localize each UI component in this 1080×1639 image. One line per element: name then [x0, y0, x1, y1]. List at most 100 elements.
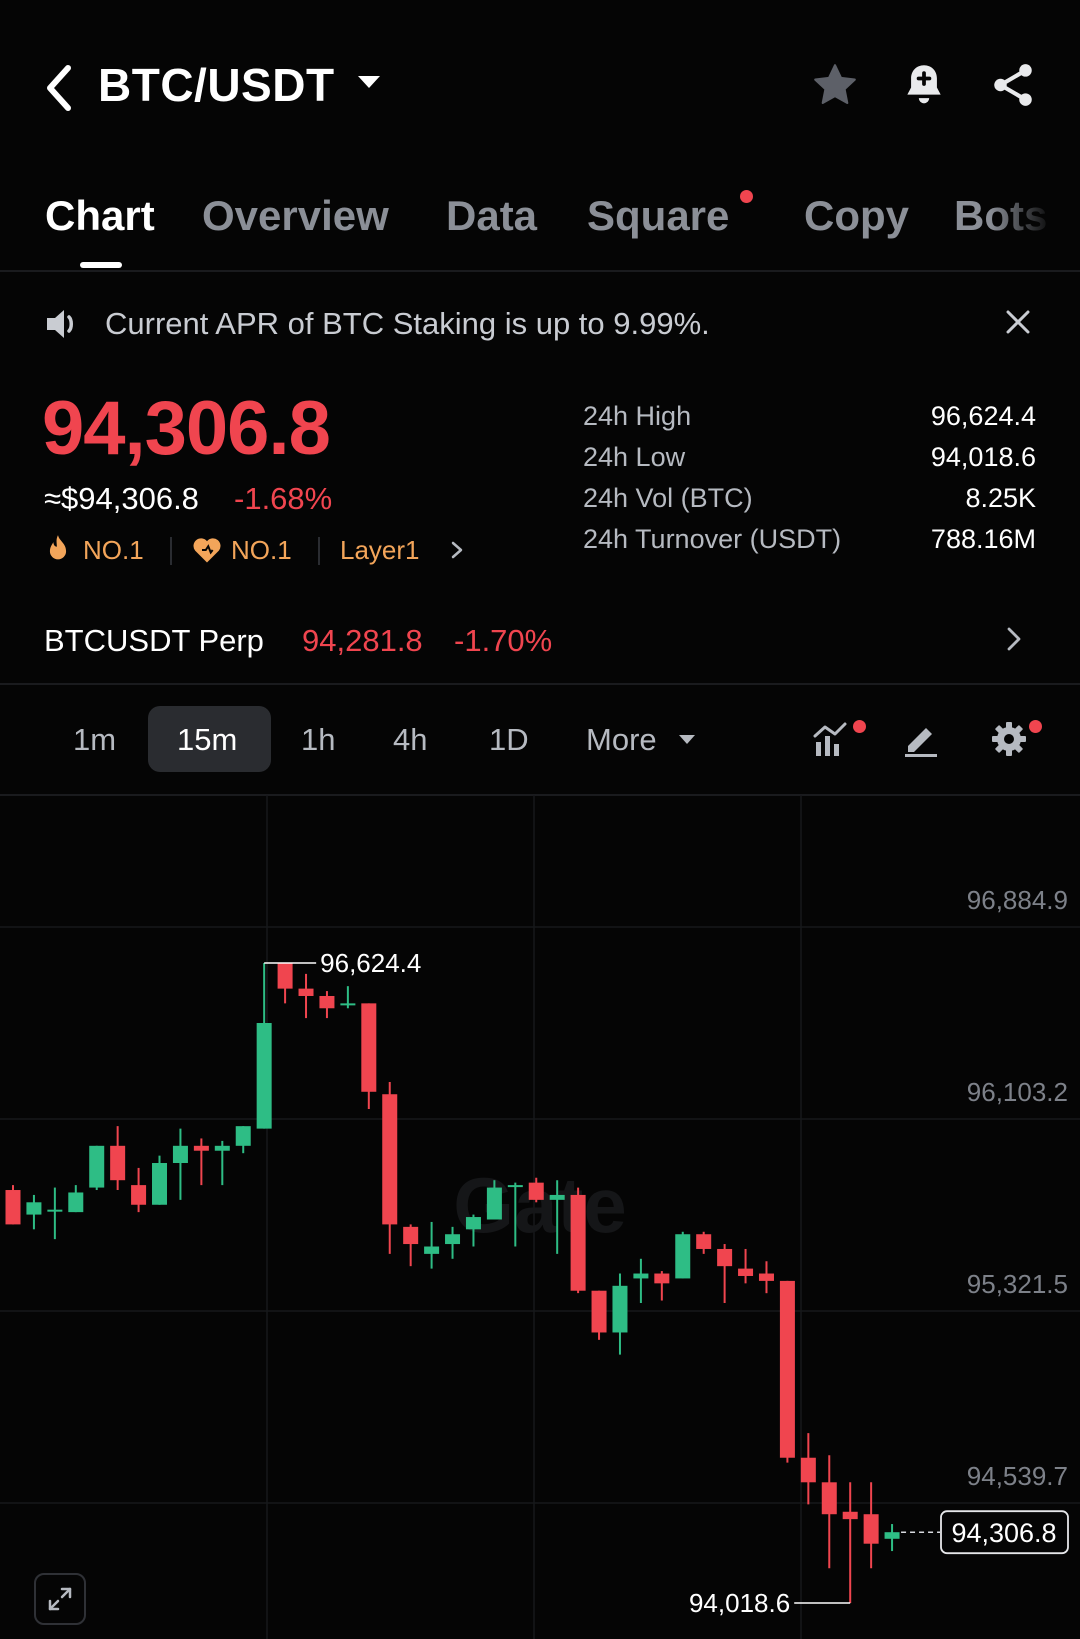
candlestick-chart[interactable]: Gate 96,884.9 96,103.2 95,321.5 94,539.7 96… [0, 795, 1080, 1639]
tabs-divider [0, 270, 1080, 272]
candle-body[interactable] [633, 1273, 649, 1279]
candle-body[interactable] [696, 1234, 712, 1249]
candle-body[interactable] [89, 1145, 105, 1188]
heart-icon [193, 538, 221, 563]
high-marker-label: 96,624.4 [320, 948, 421, 978]
stat-label-24h-vol: 24h Vol (BTC) [583, 483, 753, 513]
change-percent: -1.68% [234, 481, 333, 516]
expand-chart-button[interactable] [34, 1573, 86, 1625]
y-axis-tick-label: 94,539.7 [967, 1461, 1068, 1491]
perp-name[interactable]: BTCUSDT Perp [44, 623, 264, 659]
candle-body[interactable] [863, 1514, 879, 1544]
star-icon[interactable] [810, 60, 860, 110]
candle-body[interactable] [675, 1234, 691, 1279]
candle-body[interactable] [612, 1285, 628, 1333]
candle-body[interactable] [214, 1145, 230, 1151]
candle-body[interactable] [277, 962, 293, 989]
watermark-text: Gate [453, 1161, 626, 1249]
share-icon[interactable] [988, 60, 1038, 110]
candle-body[interactable] [424, 1246, 440, 1254]
tab-overview[interactable]: Overview [202, 192, 389, 240]
candle-body[interactable] [884, 1532, 900, 1539]
candle-body[interactable] [779, 1280, 795, 1458]
candle-body[interactable] [528, 1182, 544, 1200]
candle-body[interactable] [110, 1145, 126, 1181]
announcement-text[interactable]: Current APR of BTC Staking is up to 9.99… [105, 306, 710, 342]
perp-spacer [0, 600, 1080, 602]
candle-body[interactable] [591, 1290, 607, 1333]
candle-body[interactable] [298, 988, 314, 996]
candle-body[interactable] [172, 1145, 188, 1164]
rank-badge-hot[interactable]: NO.1 [83, 535, 144, 566]
tab-square[interactable]: Square [587, 192, 729, 240]
perp-price: 94,281.8 [302, 623, 423, 658]
candle-body[interactable] [842, 1511, 858, 1520]
stat-value-24h-vol: 8.25K [965, 483, 1036, 513]
close-icon[interactable] [1003, 307, 1033, 337]
candle-body[interactable] [68, 1192, 84, 1213]
last-price-label: 94,306.8 [951, 1518, 1056, 1548]
rank-separator [318, 537, 320, 565]
draw-pencil-icon[interactable] [900, 718, 942, 760]
candle-body[interactable] [47, 1209, 63, 1212]
candle-body[interactable] [717, 1248, 733, 1267]
candle-body[interactable] [654, 1273, 670, 1284]
candle-body[interactable] [235, 1126, 251, 1146]
perp-change: -1.70% [454, 623, 553, 658]
tab-chart[interactable]: Chart [45, 192, 155, 240]
candle-body[interactable] [256, 1023, 272, 1129]
candle-body[interactable] [445, 1234, 461, 1245]
caret-down-icon[interactable] [679, 735, 695, 744]
back-icon[interactable] [42, 58, 82, 118]
stat-value-24h-high: 96,624.4 [930, 401, 1036, 431]
candle-body[interactable] [193, 1145, 209, 1151]
tab-copy[interactable]: Copy [804, 192, 909, 240]
speaker-icon [47, 310, 73, 338]
candle-body[interactable] [738, 1268, 754, 1276]
stat-label-24h-low: 24h Low [583, 442, 686, 472]
gear-icon[interactable] [988, 718, 1030, 760]
stat-label-24h-turnover: 24h Turnover (USDT) [583, 524, 842, 554]
candle-body[interactable] [570, 1194, 586, 1291]
candle-body[interactable] [486, 1187, 502, 1220]
candle-body[interactable] [758, 1273, 774, 1281]
interval-1m[interactable]: 1m [73, 722, 116, 758]
chevron-right-icon[interactable] [447, 538, 467, 562]
candle-body[interactable] [5, 1190, 21, 1225]
candle-body[interactable] [382, 1094, 398, 1225]
interval-1h[interactable]: 1h [301, 722, 335, 758]
interval-15m[interactable]: 15m [177, 722, 237, 758]
chevron-right-icon[interactable] [1003, 624, 1025, 654]
stat-label-24h-high: 24h High [583, 401, 692, 431]
stat-value-24h-turnover: 788.16M [930, 524, 1036, 554]
flame-icon [49, 535, 67, 560]
candle-body[interactable] [152, 1163, 168, 1205]
candle-body[interactable] [800, 1457, 816, 1483]
candle-body[interactable] [131, 1185, 147, 1205]
candle-body[interactable] [549, 1194, 565, 1200]
perp-divider [0, 683, 1080, 685]
y-axis-tick-label: 96,884.9 [967, 885, 1068, 915]
interval-more[interactable]: More [586, 722, 657, 758]
rank-separator [170, 537, 172, 565]
dropdown-caret-icon[interactable] [358, 76, 380, 88]
category-tag[interactable]: Layer1 [340, 535, 420, 566]
interval-1d[interactable]: 1D [489, 722, 529, 758]
candle-body[interactable] [361, 1003, 377, 1092]
candle-body[interactable] [403, 1226, 419, 1245]
pair-title[interactable]: BTC/USDT [98, 58, 335, 112]
interval-4h[interactable]: 4h [393, 722, 427, 758]
candle-body[interactable] [507, 1185, 523, 1188]
settings-notification-dot [1029, 720, 1042, 733]
indicators-icon[interactable] [812, 718, 854, 760]
candle-body[interactable] [340, 1003, 356, 1006]
bell-plus-icon[interactable] [899, 60, 949, 110]
candle-body[interactable] [465, 1217, 481, 1230]
tab-data[interactable]: Data [446, 192, 537, 240]
indicators-notification-dot [853, 720, 866, 733]
rank-badge-favorite[interactable]: NO.1 [231, 535, 292, 566]
candle-body[interactable] [26, 1202, 42, 1215]
candle-body[interactable] [821, 1482, 837, 1515]
candle-body[interactable] [319, 995, 335, 1009]
notification-dot [740, 190, 753, 203]
